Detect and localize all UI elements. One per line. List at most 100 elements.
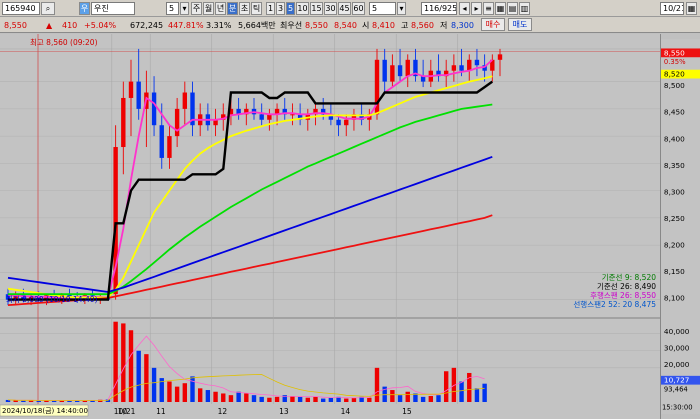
- volume-bar: [390, 390, 395, 402]
- chart-icon[interactable]: ▤: [507, 2, 518, 15]
- volume: 672,245: [130, 21, 164, 30]
- date-field[interactable]: 10/21: [660, 2, 684, 15]
- volume-bar: [136, 350, 141, 402]
- ma-legend-item: 기준선 9: 8,520: [602, 273, 656, 282]
- volume-bar: [428, 396, 434, 402]
- interval-10[interactable]: 10: [296, 2, 309, 15]
- volume-bar: [290, 396, 295, 402]
- price-tick: 8,400: [664, 134, 685, 143]
- candle: [497, 54, 503, 60]
- volume-bar: [182, 383, 188, 402]
- volume-bar: [443, 371, 449, 402]
- open-label: 시: [362, 21, 370, 30]
- volume-tick: 40,000: [664, 327, 690, 336]
- ma-price-tag-text: 8,520: [664, 70, 685, 79]
- candle: [151, 92, 157, 126]
- interval-45[interactable]: 45: [338, 2, 351, 15]
- volume-bar: [405, 391, 410, 402]
- interval-1[interactable]: 1: [266, 2, 275, 15]
- volume-bar: [128, 330, 134, 402]
- volume-percent: 447.81%: [168, 21, 204, 30]
- calendar-icon[interactable]: ▦: [686, 2, 697, 15]
- search-icon[interactable]: ⌕: [41, 2, 55, 15]
- volume-bar: [151, 367, 157, 402]
- volume-bar: [344, 398, 349, 402]
- chart-window: 165940 ⌕ 우 우진 5 ▾ 5 ▾ 116/925 ◂ ▸ ≡ ▦ ▤ …: [0, 0, 700, 419]
- volume-bar: [244, 393, 249, 402]
- price-tick: 8,250: [664, 214, 685, 223]
- period-field[interactable]: 5: [166, 2, 179, 15]
- tab-3[interactable]: 분: [227, 2, 238, 15]
- volume-bar: [459, 381, 464, 402]
- chevron-down-icon[interactable]: ▾: [397, 2, 406, 15]
- list-icon[interactable]: ≡: [483, 2, 494, 15]
- candle: [382, 59, 387, 82]
- prev-icon[interactable]: ◂: [459, 2, 470, 15]
- price-tick: 8,100: [664, 294, 685, 303]
- axis-background: [661, 38, 700, 415]
- best-bid: 8,540: [334, 21, 357, 30]
- candle: [336, 119, 341, 126]
- volume-bar: [221, 393, 226, 402]
- price-tick: 8,350: [664, 161, 685, 170]
- price-chart[interactable]: 최고 8,560 (09:20) 최저 8,090 (10/18 14:40) 기준…: [0, 34, 660, 419]
- candle: [344, 119, 349, 126]
- volume-bar: [267, 397, 272, 402]
- volume-bar: [397, 395, 403, 402]
- volume-bar: [205, 390, 211, 402]
- volume-bar: [251, 395, 257, 402]
- best-quote-label: 최우선: [280, 21, 303, 30]
- volume-tick: 30,000: [664, 344, 690, 353]
- volume-bar: [474, 388, 480, 402]
- page-field[interactable]: 116/925: [421, 2, 457, 15]
- candle: [459, 65, 464, 71]
- stock-code-input[interactable]: 165940: [2, 2, 40, 15]
- candle: [259, 114, 264, 120]
- volume-bar: [374, 367, 380, 402]
- candle: [121, 97, 126, 148]
- tab-1[interactable]: 월: [203, 2, 214, 15]
- high-price: 8,560: [411, 21, 434, 30]
- chart-icon[interactable]: ▥: [519, 2, 530, 15]
- tab-0[interactable]: 주: [191, 2, 202, 15]
- ma-legend-item: 후행스팬 26: 8,550: [590, 290, 656, 300]
- candle: [182, 92, 188, 109]
- buy-button[interactable]: 매수: [481, 18, 505, 31]
- current-price-tag-text: 8,550: [664, 48, 685, 57]
- volume-bar: [313, 396, 318, 402]
- tab-2[interactable]: 년: [215, 2, 226, 15]
- x-axis-label: 10: [118, 407, 128, 416]
- volume-bar: [236, 391, 241, 402]
- high-marker: 최고 8,560 (09:20): [30, 37, 98, 47]
- interval-60[interactable]: 60: [352, 2, 365, 15]
- interval-3[interactable]: 3: [276, 2, 285, 15]
- grid-icon[interactable]: ▦: [495, 2, 506, 15]
- price-change: 410: [62, 21, 78, 30]
- tab-4[interactable]: 초: [239, 2, 250, 15]
- volume-bar: [213, 391, 218, 402]
- price-tick: 8,150: [664, 267, 685, 276]
- change-percent: +5.04%: [84, 21, 117, 30]
- volume-bar: [297, 396, 303, 402]
- sell-button[interactable]: 매도: [508, 18, 532, 31]
- x-axis-label: 11: [156, 407, 166, 416]
- candle: [474, 59, 480, 66]
- x-axis-label: 12: [218, 407, 228, 416]
- price-tick: 8,200: [664, 241, 685, 250]
- tab-5[interactable]: 틱: [251, 2, 262, 15]
- count-field[interactable]: 5: [369, 2, 396, 15]
- interval-30[interactable]: 30: [324, 2, 337, 15]
- chevron-down-icon[interactable]: ▾: [180, 2, 189, 15]
- stock-name-field[interactable]: 우진: [91, 2, 135, 15]
- volume-bar: [36, 400, 41, 402]
- candle: [390, 65, 395, 82]
- interval-5[interactable]: 5: [286, 2, 295, 15]
- date-start-label: 2024/10/18(금) 14:40:00: [2, 407, 88, 415]
- volume-bar: [51, 400, 57, 402]
- volume-bar: [320, 398, 326, 402]
- volume-bar: [190, 376, 195, 402]
- interval-15[interactable]: 15: [310, 2, 323, 15]
- quote-bar: 8,550 ▲ 410 +5.04% 672,245 447.81% 3.31%…: [0, 17, 700, 33]
- next-icon[interactable]: ▸: [471, 2, 482, 15]
- price-tick: 8,500: [664, 81, 685, 90]
